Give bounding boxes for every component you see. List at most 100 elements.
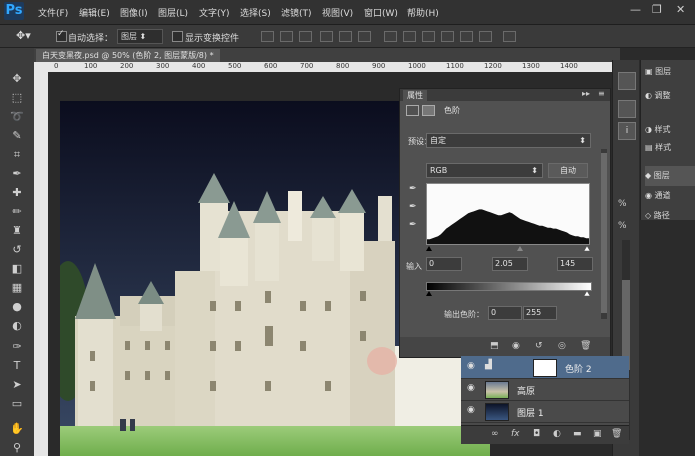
marquee-tool-icon[interactable]: ⬚ bbox=[5, 89, 29, 106]
menu-help[interactable]: 帮助(H) bbox=[407, 6, 439, 19]
close-icon[interactable]: ✕ bbox=[676, 3, 685, 16]
layer-row[interactable]: ◉ ▟ 色阶 2 bbox=[461, 356, 629, 379]
menu-window[interactable]: 窗口(W) bbox=[364, 6, 398, 19]
dock-item-paths[interactable]: ◇ 路径 bbox=[645, 206, 695, 226]
input-levels-slider[interactable] bbox=[426, 246, 590, 251]
dock-item-layers[interactable]: ◆ 图层 bbox=[645, 166, 695, 186]
gray-eyedropper-icon[interactable]: ✒ bbox=[409, 202, 417, 212]
distribute-right-icon[interactable] bbox=[479, 31, 492, 42]
output-black-slider[interactable] bbox=[426, 291, 432, 296]
history-icon[interactable] bbox=[618, 72, 636, 90]
new-group-icon[interactable]: ▬ bbox=[573, 429, 582, 439]
dock-item[interactable]: ◐ 调整 bbox=[645, 86, 695, 106]
panel-menu-icon[interactable]: ≡ bbox=[598, 89, 605, 98]
dock-item[interactable]: ◑ 样式 bbox=[645, 120, 695, 140]
output-white-slider[interactable] bbox=[583, 291, 590, 296]
adjustments-icon[interactable] bbox=[618, 100, 636, 118]
delete-layer-icon[interactable]: 🗑 bbox=[611, 429, 622, 439]
menu-edit[interactable]: 编辑(E) bbox=[79, 6, 110, 19]
auto-align-icon[interactable] bbox=[503, 31, 516, 42]
fx-icon[interactable]: fx bbox=[511, 429, 520, 439]
blur-tool-icon[interactable]: ● bbox=[5, 298, 29, 315]
auto-select-checkbox[interactable] bbox=[56, 29, 67, 42]
menu-view[interactable]: 视图(V) bbox=[322, 6, 353, 19]
dock-item[interactable]: ▣ 图层 bbox=[645, 62, 695, 82]
minimize-icon[interactable]: — bbox=[630, 3, 641, 16]
mask-icon[interactable] bbox=[422, 105, 435, 116]
distribute-top-icon[interactable] bbox=[384, 31, 397, 42]
gamma-slider[interactable] bbox=[517, 246, 523, 251]
info-icon[interactable]: i bbox=[618, 122, 636, 140]
output-levels-slider[interactable] bbox=[426, 291, 590, 296]
distribute-vcenter-icon[interactable] bbox=[403, 31, 416, 42]
view-previous-icon[interactable]: ◉ bbox=[512, 341, 520, 351]
properties-tab[interactable]: 属性 bbox=[403, 90, 427, 101]
white-point-slider[interactable] bbox=[583, 246, 590, 251]
black-eyedropper-icon[interactable]: ✒ bbox=[409, 184, 417, 194]
eye-icon[interactable]: ◉ bbox=[467, 383, 475, 393]
align-vcenter-icon[interactable] bbox=[280, 31, 293, 42]
link-icon[interactable]: ∞ bbox=[491, 429, 499, 439]
pen-tool-icon[interactable]: ✑ bbox=[5, 338, 29, 355]
output-white-field[interactable]: 255 bbox=[523, 306, 557, 320]
collapse-icon[interactable]: ▸▸ bbox=[582, 89, 590, 98]
move-tool-icon[interactable]: ✥▾ bbox=[16, 29, 31, 42]
auto-button[interactable]: 自动 bbox=[548, 163, 588, 178]
trash-icon[interactable]: 🗑 bbox=[580, 341, 591, 351]
new-adjustment-icon[interactable]: ◐ bbox=[553, 429, 561, 439]
quick-select-tool-icon[interactable]: ✎ bbox=[5, 127, 29, 144]
output-black-field[interactable]: 0 bbox=[488, 306, 522, 320]
dock-item[interactable]: ▤ 样式 bbox=[645, 138, 695, 158]
restore-icon[interactable]: ❐ bbox=[652, 3, 662, 16]
move-tool-icon[interactable]: ✥ bbox=[5, 70, 29, 87]
dodge-tool-icon[interactable]: ◐ bbox=[5, 317, 29, 334]
gradient-tool-icon[interactable]: ▦ bbox=[5, 279, 29, 296]
eye-icon[interactable]: ◉ bbox=[467, 405, 475, 415]
align-right-icon[interactable] bbox=[358, 31, 371, 42]
preset-dropdown[interactable]: 自定 ⬍ bbox=[426, 133, 591, 148]
clip-to-layer-icon[interactable]: ⬒ bbox=[490, 341, 499, 351]
healing-tool-icon[interactable]: ✚ bbox=[5, 184, 29, 201]
zoom-tool-icon[interactable]: ⚲ bbox=[5, 439, 29, 456]
input-gamma-field[interactable]: 2.05 bbox=[492, 257, 528, 271]
layer-row[interactable]: ◉ 高原 bbox=[461, 378, 629, 401]
reset-icon[interactable]: ↺ bbox=[535, 341, 543, 351]
document-tab[interactable]: 白天变黑夜.psd @ 50% (色阶 2, 图层蒙版/8) * bbox=[36, 49, 220, 62]
lasso-tool-icon[interactable]: ➰ bbox=[5, 108, 29, 125]
distribute-bottom-icon[interactable] bbox=[422, 31, 435, 42]
distribute-hcenter-icon[interactable] bbox=[460, 31, 473, 42]
auto-select-dropdown[interactable]: 图层 ⬍ bbox=[117, 29, 163, 44]
menu-type[interactable]: 文字(Y) bbox=[199, 6, 230, 19]
layer-mask-thumbnail[interactable] bbox=[533, 359, 557, 377]
crop-tool-icon[interactable]: ⌗ bbox=[5, 146, 29, 163]
black-point-slider[interactable] bbox=[426, 246, 432, 251]
path-select-tool-icon[interactable]: ➤ bbox=[5, 376, 29, 393]
menu-file[interactable]: 文件(F) bbox=[38, 6, 68, 19]
eraser-tool-icon[interactable]: ◧ bbox=[5, 260, 29, 277]
add-mask-icon[interactable]: ◘ bbox=[533, 429, 540, 439]
align-bottom-icon[interactable] bbox=[299, 31, 312, 42]
visibility-icon[interactable]: ◎ bbox=[558, 341, 566, 351]
input-white-field[interactable]: 145 bbox=[557, 257, 593, 271]
brush-tool-icon[interactable]: ✏ bbox=[5, 203, 29, 220]
channel-dropdown[interactable]: RGB ⬍ bbox=[426, 163, 543, 178]
eye-icon[interactable]: ◉ bbox=[467, 361, 475, 371]
hand-tool-icon[interactable]: ✋ bbox=[5, 420, 29, 437]
properties-scrollbar[interactable] bbox=[601, 149, 607, 319]
align-hcenter-icon[interactable] bbox=[339, 31, 352, 42]
history-brush-tool-icon[interactable]: ↺ bbox=[5, 241, 29, 258]
new-layer-icon[interactable]: ▣ bbox=[593, 429, 602, 439]
align-left-icon[interactable] bbox=[320, 31, 333, 42]
menu-layer[interactable]: 图层(L) bbox=[158, 6, 188, 19]
menu-select[interactable]: 选择(S) bbox=[240, 6, 271, 19]
distribute-left-icon[interactable] bbox=[441, 31, 454, 42]
shape-tool-icon[interactable]: ▭ bbox=[5, 395, 29, 412]
input-black-field[interactable]: 0 bbox=[426, 257, 462, 271]
dock-item-channels[interactable]: ◉ 通道 bbox=[645, 186, 695, 206]
align-top-icon[interactable] bbox=[261, 31, 274, 42]
menu-filter[interactable]: 滤镜(T) bbox=[281, 6, 312, 19]
show-transform-checkbox[interactable] bbox=[172, 31, 183, 42]
type-tool-icon[interactable]: T bbox=[5, 357, 29, 374]
white-eyedropper-icon[interactable]: ✒ bbox=[409, 220, 417, 230]
eyedropper-tool-icon[interactable]: ✒ bbox=[5, 165, 29, 182]
